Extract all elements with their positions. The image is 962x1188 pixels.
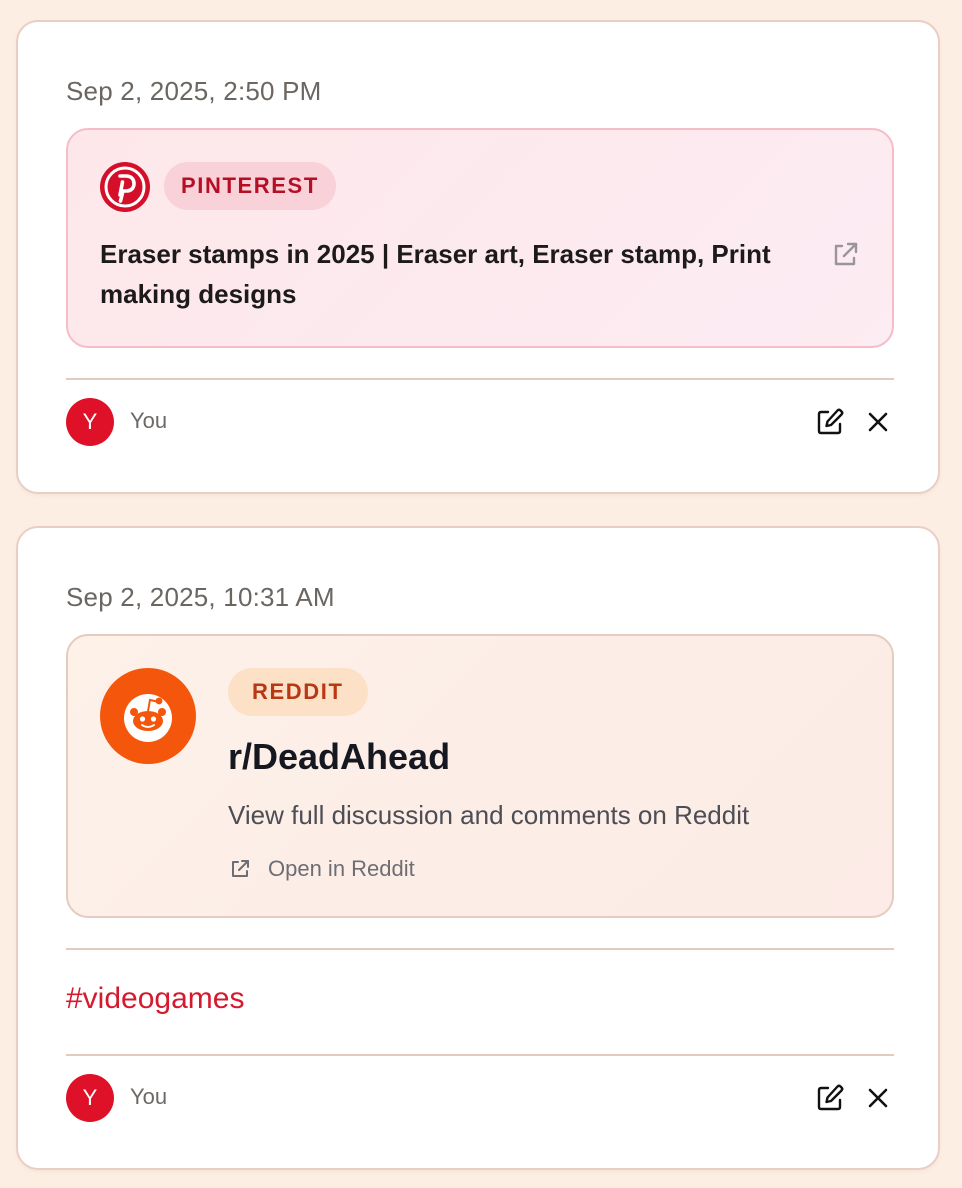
post-timestamp: Sep 2, 2025, 2:50 PM (66, 76, 322, 106)
avatar: Y (66, 1074, 114, 1122)
post-footer: Y You (66, 398, 894, 446)
close-icon[interactable] (862, 406, 894, 438)
post-timestamp: Sep 2, 2025, 10:31 AM (66, 582, 335, 612)
embed-description: View full discussion and comments on Red… (228, 800, 750, 830)
author-name: You (130, 1084, 168, 1109)
divider (66, 378, 894, 380)
embed-title[interactable]: Eraser stamps in 2025 | Eraser art, Eras… (100, 234, 800, 314)
open-in-reddit-link[interactable]: Open in Reddit (228, 854, 415, 884)
open-in-reddit-label: Open in Reddit (268, 856, 415, 881)
divider (66, 1054, 894, 1056)
author-name: You (130, 408, 168, 433)
divider (66, 948, 894, 950)
external-link-icon (232, 860, 249, 877)
hashtag-link[interactable]: #videogames (66, 982, 244, 1016)
embed-title[interactable]: r/DeadAhead (228, 736, 450, 778)
platform-badge: REDDIT (228, 668, 368, 716)
reddit-logo-icon (100, 668, 196, 764)
avatar: Y (66, 398, 114, 446)
platform-badge: PINTEREST (164, 162, 336, 210)
post-footer: Y You (66, 1074, 894, 1122)
edit-icon[interactable] (814, 406, 846, 438)
close-icon[interactable] (862, 1082, 894, 1114)
post-card: Sep 2, 2025, 2:50 PM PINTEREST Eraser st… (16, 20, 940, 494)
pinterest-embed[interactable]: PINTEREST Eraser stamps in 2025 | Eraser… (66, 128, 894, 348)
post-card: Sep 2, 2025, 10:31 AM REDDIT r/DeadAhead… (16, 526, 940, 1170)
reddit-embed[interactable]: REDDIT r/DeadAhead View full discussion … (66, 634, 894, 918)
external-link-icon[interactable] (828, 238, 862, 272)
pinterest-logo-icon (100, 162, 150, 212)
edit-icon[interactable] (814, 1082, 846, 1114)
